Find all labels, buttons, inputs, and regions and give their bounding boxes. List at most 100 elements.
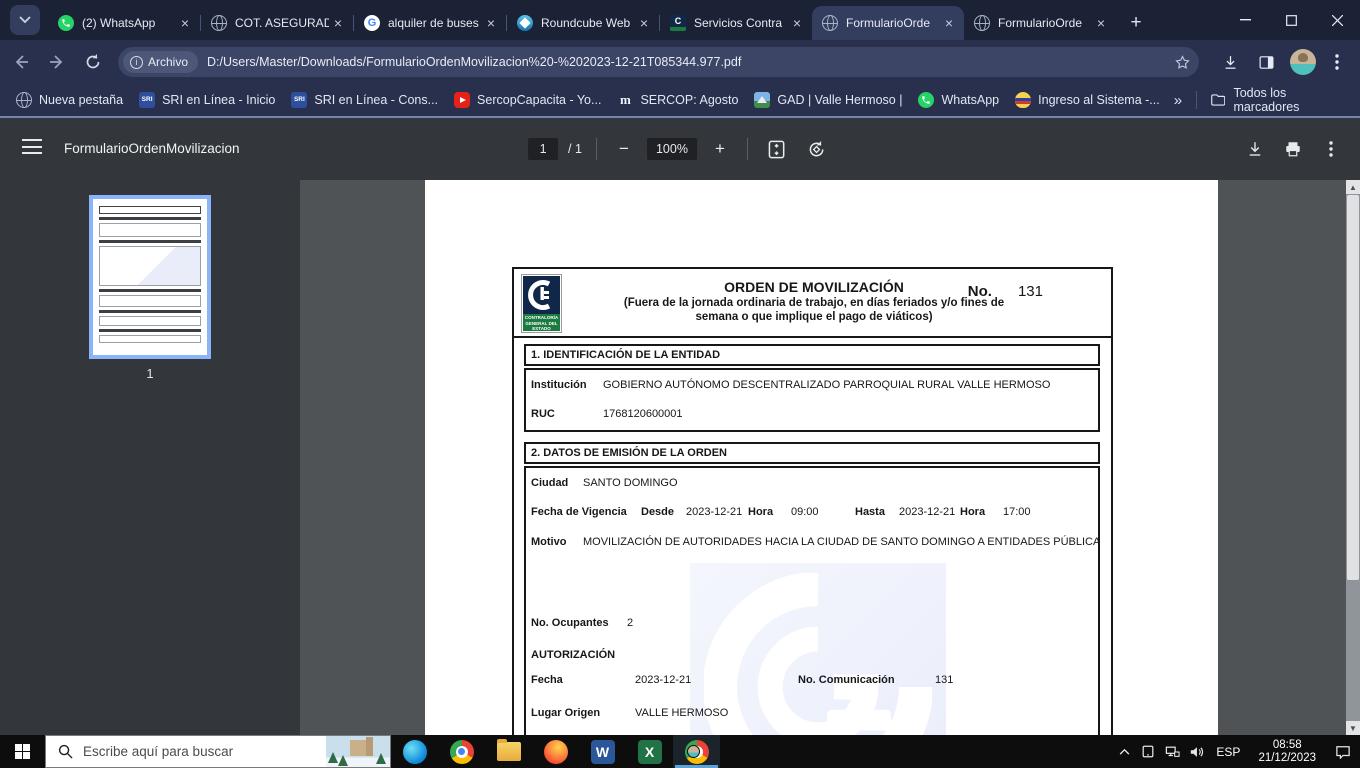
browser-menu-icon[interactable] — [1322, 47, 1352, 77]
pdf-menu-icon[interactable] — [22, 139, 42, 155]
zoom-level[interactable]: 100% — [646, 138, 697, 160]
start-button[interactable] — [0, 735, 45, 768]
globe-icon — [211, 15, 227, 31]
tab-label: COT. ASEGURAD — [235, 16, 329, 30]
browser-address-bar: i Archivo D:/Users/Master/Downloads/Form… — [0, 40, 1360, 84]
vertical-scrollbar[interactable]: ▲ ▼ — [1346, 180, 1360, 735]
ocupantes-value: 2 — [627, 617, 634, 629]
pdf-document-title: FormularioOrdenMovilizacion — [64, 141, 240, 156]
thumbnail-page-number: 1 — [146, 366, 154, 381]
maximize-button[interactable] — [1268, 0, 1314, 40]
comunicacion-value: 131 — [935, 674, 954, 686]
file-scheme-chip[interactable]: i Archivo — [123, 51, 199, 73]
search-daily-image[interactable] — [326, 736, 390, 767]
back-button[interactable] — [6, 47, 36, 77]
origen-row: Lugar Origen VALLE HERMOSO — [526, 707, 1098, 721]
tab-formulario-2[interactable]: FormularioOrde × — [964, 6, 1116, 40]
rotate-button[interactable] — [802, 134, 832, 164]
bookmark-sri-inicio[interactable]: SRI SRI en Línea - Inicio — [139, 92, 275, 108]
tab-close-icon[interactable]: × — [788, 14, 806, 32]
close-icon[interactable] — [1314, 0, 1360, 40]
reload-button[interactable] — [78, 47, 108, 77]
bookmark-sri-consultas[interactable]: SRI SRI en Línea - Cons... — [291, 92, 438, 108]
action-center-icon[interactable] — [1326, 735, 1360, 768]
tab-roundcube[interactable]: Roundcube Web × — [507, 6, 659, 40]
taskbar-file-explorer-icon[interactable] — [485, 735, 532, 768]
browser-tab-strip: (2) WhatsApp × COT. ASEGURAD × G alquile… — [0, 0, 1360, 40]
windows-logo-icon — [15, 744, 30, 759]
contraloria-logo: CONTRALORÍA GENERAL DEL ESTADO — [521, 274, 562, 333]
form-outer-border: CONTRALORÍA GENERAL DEL ESTADO ORDEN DE … — [512, 267, 1113, 735]
bookmarks-bar: Nueva pestaña SRI SRI en Línea - Inicio … — [0, 84, 1360, 118]
whatsapp-icon — [918, 92, 935, 108]
taskbar-edge-icon[interactable] — [391, 735, 438, 768]
tray-volume-icon[interactable] — [1184, 735, 1208, 768]
pdf-more-options-icon[interactable] — [1316, 134, 1346, 164]
tab-close-icon[interactable]: × — [329, 14, 347, 32]
forward-button[interactable] — [42, 47, 72, 77]
taskbar-search-input[interactable]: Escribe aquí para buscar — [45, 735, 391, 768]
taskbar-word-icon[interactable]: W — [579, 735, 626, 768]
bookmark-sercopcapacita[interactable]: SercopCapacita - Yo... — [454, 92, 601, 108]
page-thumbnail[interactable] — [89, 195, 211, 359]
taskbar-firefox-icon[interactable] — [532, 735, 579, 768]
tab-servicios-contraloria[interactable]: C Servicios Contra × — [660, 6, 812, 40]
fit-to-page-button[interactable] — [762, 134, 792, 164]
page-number-input[interactable]: 1 — [528, 138, 559, 160]
all-bookmarks-button[interactable]: Todos los marcadores — [1197, 86, 1360, 114]
profile-avatar[interactable] — [1290, 49, 1316, 75]
pdf-page: CONTRALORÍA GENERAL DEL ESTADO ORDEN DE … — [425, 180, 1218, 735]
minimize-button[interactable] — [1222, 0, 1268, 40]
bookmark-ingreso-sistema[interactable]: Ingreso al Sistema -... — [1015, 92, 1160, 108]
roundcube-icon — [517, 15, 533, 31]
tray-network-icon[interactable] — [1160, 735, 1184, 768]
tab-formulario-active[interactable]: FormularioOrde × — [812, 6, 964, 40]
tab-close-icon[interactable]: × — [635, 14, 653, 32]
tray-tablet-mode-icon[interactable] — [1136, 735, 1160, 768]
tab-whatsapp[interactable]: (2) WhatsApp × — [48, 6, 200, 40]
bookmark-nueva-pestana[interactable]: Nueva pestaña — [16, 92, 123, 108]
bookmark-sercop-agosto[interactable]: m SERCOP: Agosto — [617, 92, 738, 108]
tab-close-icon[interactable]: × — [1092, 14, 1110, 32]
tab-close-icon[interactable]: × — [176, 14, 194, 32]
ciudad-label: Ciudad — [531, 477, 569, 489]
bookmark-label: SRI en Línea - Inicio — [162, 93, 276, 107]
tray-chevron-up-icon[interactable] — [1112, 735, 1136, 768]
tab-cot-asegurad[interactable]: COT. ASEGURAD × — [201, 6, 353, 40]
order-number-value: 131 — [1017, 283, 1043, 300]
scrollbar-thumb[interactable] — [1347, 195, 1359, 580]
side-panel-button[interactable] — [1251, 47, 1281, 77]
zoom-in-button[interactable]: + — [707, 136, 733, 162]
thumb-line — [99, 217, 201, 220]
zoom-out-button[interactable]: − — [611, 136, 637, 162]
tab-label: (2) WhatsApp — [82, 16, 156, 30]
taskbar-excel-icon[interactable]: X — [626, 735, 673, 768]
download-button[interactable] — [1215, 47, 1245, 77]
print-icon[interactable] — [1278, 134, 1308, 164]
bookmarks-overflow-button[interactable]: » — [1160, 92, 1196, 109]
pdf-toolbar-right — [1240, 134, 1346, 164]
omnibox[interactable]: i Archivo D:/Users/Master/Downloads/Form… — [118, 47, 1199, 77]
hasta-value: 2023-12-21 — [899, 506, 956, 518]
taskbar-chrome-icon[interactable] — [438, 735, 485, 768]
tab-label: Servicios Contra — [694, 16, 783, 30]
bookmark-gad-valle-hermoso[interactable]: GAD | Valle Hermoso | — [754, 92, 902, 108]
institucion-value: GOBIERNO AUTÓNOMO DESCENTRALIZADO PARROQ… — [603, 379, 1051, 391]
tab-search-button[interactable] — [10, 5, 40, 35]
taskbar-chrome-active-icon[interactable] — [673, 735, 720, 768]
sri-icon: SRI — [291, 92, 308, 108]
tab-alquiler-buses[interactable]: G alquiler de buses × — [354, 6, 506, 40]
hora2-value: 17:00 — [1003, 506, 1031, 518]
bookmark-whatsapp[interactable]: WhatsApp — [918, 92, 999, 108]
logo-caption: CONTRALORÍA GENERAL DEL ESTADO — [523, 314, 560, 331]
language-indicator[interactable]: ESP — [1208, 745, 1248, 759]
new-tab-button[interactable]: + — [1122, 9, 1150, 37]
scroll-up-icon[interactable]: ▲ — [1346, 180, 1360, 194]
scroll-down-icon[interactable]: ▼ — [1346, 721, 1360, 735]
ciudad-row: Ciudad SANTO DOMINGO — [526, 477, 1098, 491]
tab-close-icon[interactable]: × — [940, 14, 958, 32]
bookmark-star-icon[interactable] — [1174, 54, 1191, 71]
pdf-download-button[interactable] — [1240, 134, 1270, 164]
taskbar-clock[interactable]: 08:58 21/12/2023 — [1248, 739, 1326, 765]
tab-close-icon[interactable]: × — [482, 14, 500, 32]
